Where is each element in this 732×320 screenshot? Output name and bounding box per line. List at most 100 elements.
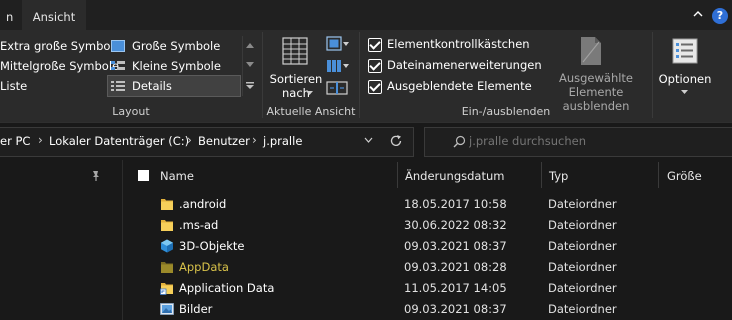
layout-list[interactable]: Liste [0,76,106,96]
shortcut-folder-icon [160,283,173,295]
checkbox-checked-icon [368,59,382,73]
options-icon [672,38,698,64]
item-checkboxes-toggle[interactable]: Elementkontrollkästchen [366,36,538,54]
file-row[interactable]: .ms-ad 30.06.2022 08:32 Dateiordner [124,215,732,236]
collapse-ribbon-icon[interactable] [690,8,706,24]
select-all-checkbox[interactable] [138,170,149,181]
folder-icon [161,199,173,210]
navigation-pane[interactable] [0,160,123,320]
chevron-down-icon [681,90,688,94]
file-date: 11.05.2017 14:05 [404,281,507,295]
pin-icon[interactable] [90,170,102,182]
file-row[interactable]: Bilder 09.03.2021 08:37 Dateiordner [124,299,732,320]
layout-gallery-scroll[interactable] [242,36,257,96]
checkbox-label: Dateinamenerweiterungen [387,58,542,72]
folder-icon [161,220,173,231]
column-header-size[interactable]: Größe [667,169,702,183]
refresh-icon[interactable] [389,134,403,148]
column-divider[interactable] [397,162,398,188]
scroll-up-icon [246,43,254,48]
search-box[interactable] [424,127,732,157]
sort-by-button[interactable]: Sortieren nach [268,32,324,100]
file-date: 09.03.2021 08:28 [404,260,507,274]
file-date: 09.03.2021 08:37 [404,239,507,253]
file-type: Dateiordner [548,260,617,274]
file-row[interactable]: .android 18.05.2017 10:58 Dateiordner [124,194,732,215]
file-row[interactable]: AppData 09.03.2021 08:28 Dateiordner [124,257,732,278]
hidden-items-toggle[interactable]: Ausgeblendete Elemente [366,78,538,96]
hidden-folder-icon [161,262,173,273]
current-view-group-label: Aktuelle Ansicht [266,105,356,118]
checkbox-checked-icon [368,38,382,52]
add-columns-button[interactable] [326,58,350,74]
hide-selected-items-button[interactable]: Ausgewählte Elemente ausblenden [546,32,646,113]
options-button[interactable]: Optionen [656,32,714,100]
column-header-date[interactable]: Änderungsdatum [405,169,504,183]
layout-item-label: Liste [0,79,28,93]
file-row[interactable]: Application Data 11.05.2017 14:05 Dateio… [124,278,732,299]
layout-small-icons[interactable]: Kleine Symbole [110,56,240,76]
ribbon-tab-strip: n Ansicht ? [0,0,732,30]
expand-gallery-icon [246,82,254,89]
layout-group-label: Layout [112,105,150,118]
show-hide-group-label: Ein-/ausblenden [461,105,551,118]
breadcrumb-current-folder[interactable]: j.pralle [263,134,302,148]
group-by-icon [326,36,349,51]
file-extensions-toggle[interactable]: Dateinamenerweiterungen [366,57,542,75]
column-divider[interactable] [541,162,542,188]
file-type: Dateiordner [548,281,617,295]
3d-objects-icon [161,239,173,253]
breadcrumb-separator[interactable]: › [187,133,192,147]
file-type: Dateiordner [548,302,617,316]
chevron-down-icon [306,91,313,95]
search-icon [453,135,466,148]
layout-item-label: Kleine Symbole [132,59,221,73]
file-date: 30.06.2022 08:32 [404,218,507,232]
file-name: Application Data [179,281,275,295]
checkbox-checked-icon [368,80,382,94]
layout-details[interactable]: Details [107,75,241,97]
column-header-type[interactable]: Typ [549,169,568,183]
file-name: AppData [179,260,229,274]
tab-file-label: n [6,10,14,24]
sort-label-line1: Sortieren [269,72,323,86]
breadcrumb-users[interactable]: Benutzer [198,134,250,148]
scroll-down-icon [246,62,254,67]
address-history-chevron-icon[interactable] [364,137,373,143]
breadcrumb-separator[interactable]: › [252,133,257,147]
add-columns-icon [327,60,349,72]
pictures-icon [160,303,174,315]
file-name: .android [179,197,227,211]
column-header-name[interactable]: Name [160,169,194,183]
tab-file[interactable]: n [0,0,20,30]
details-icon [111,81,125,91]
search-input[interactable] [469,133,719,149]
breadcrumb-separator[interactable]: › [38,133,43,147]
size-columns-button[interactable] [326,80,348,96]
layout-medium-icons[interactable]: Mittelgroße Symbole [0,56,119,76]
layout-large-icons[interactable]: Große Symbole [110,36,240,56]
file-row[interactable]: 3D-Objekte 09.03.2021 08:37 Dateiordner [124,236,732,257]
file-type: Dateiordner [548,239,617,253]
file-name: .ms-ad [179,218,219,232]
column-divider[interactable] [658,162,659,188]
small-icons-icon [111,61,125,70]
breadcrumb-this-pc[interactable]: er PC [0,134,30,148]
file-date: 09.03.2021 08:37 [404,302,507,316]
file-name: Bilder [179,302,213,316]
file-type: Dateiordner [548,218,617,232]
tab-view[interactable]: Ansicht [22,0,86,30]
layout-item-label: Extra große Symbole [0,39,121,53]
file-date: 18.05.2017 10:58 [404,197,507,211]
layout-item-label: Mittelgroße Symbole [0,59,120,73]
layout-extra-large-icons[interactable]: Extra große Symbole [0,36,121,56]
layout-item-label: Große Symbole [132,39,221,53]
hide-selected-label-line1: Ausgewählte [558,71,634,85]
layout-item-label: Details [132,79,172,93]
group-by-button[interactable] [326,36,350,52]
help-icon[interactable]: ? [712,8,728,24]
checkbox-label: Elementkontrollkästchen [387,37,530,51]
breadcrumb-local-disk[interactable]: Lokaler Datenträger (C:) [49,134,189,148]
sort-icon [282,37,308,65]
size-columns-icon [326,81,348,95]
